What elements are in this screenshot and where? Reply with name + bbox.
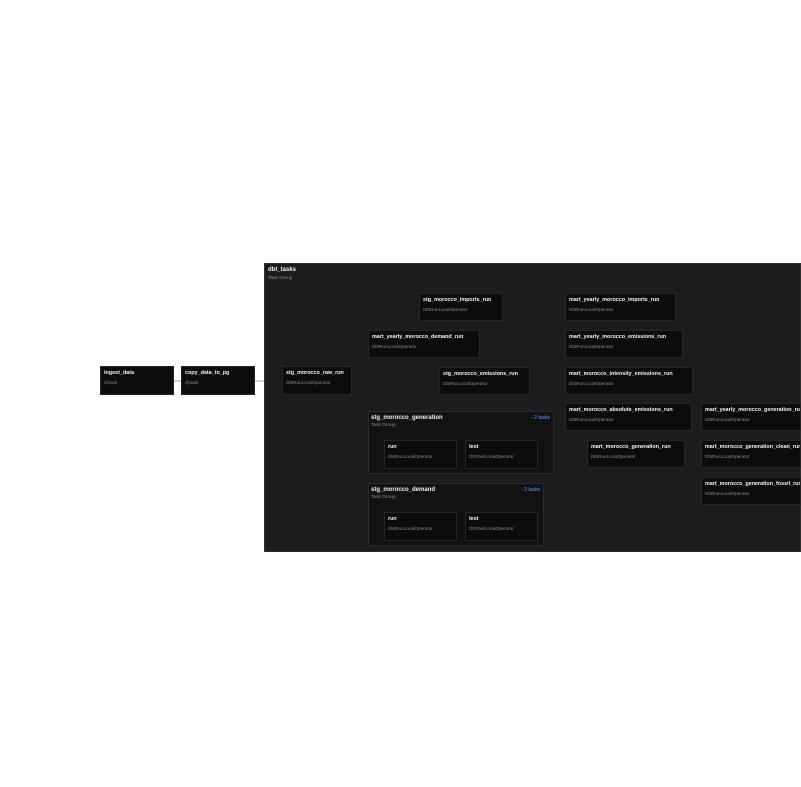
task-label: mart_morocco_intensity_emissions_run [569,371,673,377]
task-mart-yearly-morocco-generation-run[interactable]: mart_yearly_morocco_generation_run DbtRu… [701,403,801,431]
task-label: stg_morocco_imports_run [423,297,492,303]
task-generation-run[interactable]: run DbtRunLocalOperator [384,440,457,469]
group-subtitle: Task Group [268,276,293,281]
group-title: dbt_tasks [268,267,297,273]
task-type: DbtRunLocalOperator [591,454,636,459]
task-generation-test[interactable]: test DbtTestLocalOperator [465,440,538,469]
task-count-badge[interactable]: - 2 tasks [531,415,550,421]
task-type: DbtRunLocalOperator [388,454,433,459]
task-type: DbtTestLocalOperator [469,526,514,531]
task-type: DbtRunLocalOperator [388,526,433,531]
task-mart-morocco-generation-clean-run[interactable]: mart_morocco_generation_clean_run DbtRun… [701,440,801,468]
task-mart-yearly-morocco-demand-run[interactable]: mart_yearly_morocco_demand_run DbtRunLoc… [368,330,480,358]
task-type: DbtRunLocalOperator [569,381,614,386]
task-type: DbtRunLocalOperator [372,344,417,349]
task-type: DbtRunLocalOperator [286,380,331,385]
task-type: DbtRunLocalOperator [569,307,614,312]
subgroup-subtitle: Task Group [371,495,396,500]
task-mart-morocco-generation-fossil-run[interactable]: mart_morocco_generation_fossil_run DbtRu… [701,477,801,505]
task-type: DbtTestLocalOperator [469,454,514,459]
task-label: mart_yearly_morocco_imports_run [569,297,660,303]
task-type: DbtRunLocalOperator [705,454,750,459]
task-stg-morocco-emissions-run[interactable]: stg_morocco_emissions_run DbtRunLocalOpe… [439,367,530,395]
task-mart-yearly-morocco-emissions-run[interactable]: mart_yearly_morocco_emissions_run DbtRun… [565,330,683,358]
task-type: DbtRunLocalOperator [443,381,488,386]
task-label: mart_yearly_morocco_emissions_run [569,334,667,340]
task-count-badge[interactable]: - 2 tasks [521,487,540,493]
task-type: @task [104,380,118,385]
task-label: run [388,444,397,450]
task-ingest-data[interactable]: ingest_data @task [100,366,174,395]
task-label: mart_morocco_generation_clean_run [705,444,801,450]
subgroup-title: stg_morocco_generation [371,415,443,421]
task-mart-morocco-intensity-emissions-run[interactable]: mart_morocco_intensity_emissions_run Dbt… [565,367,693,395]
task-type: DbtRunLocalOperator [569,344,614,349]
task-label: mart_morocco_generation_fossil_run [705,481,801,487]
task-mart-yearly-morocco-imports-run[interactable]: mart_yearly_morocco_imports_run DbtRunLo… [565,293,676,321]
task-label: run [388,516,397,522]
task-demand-run[interactable]: run DbtRunLocalOperator [384,512,457,541]
task-type: DbtRunLocalOperator [705,491,750,496]
task-stg-morocco-raw-run[interactable]: stg_morocco_raw_run DbtRunLocalOperator [282,366,352,395]
task-stg-morocco-imports-run[interactable]: stg_morocco_imports_run DbtRunLocalOpera… [419,293,503,321]
task-label: test [469,444,479,450]
subgroup-title: stg_morocco_demand [371,487,436,493]
task-demand-test[interactable]: test DbtTestLocalOperator [465,512,538,541]
task-mart-morocco-generation-run[interactable]: mart_morocco_generation_run DbtRunLocalO… [587,440,685,468]
task-label: mart_morocco_absolute_emissions_run [569,407,673,413]
task-mart-morocco-absolute-emissions-run[interactable]: mart_morocco_absolute_emissions_run DbtR… [565,403,692,431]
task-label: stg_morocco_emissions_run [443,371,518,377]
task-copy-data-to-pg[interactable]: copy_data_to_pg @task [181,366,255,395]
task-label: stg_morocco_raw_run [286,370,344,376]
task-label: mart_morocco_generation_run [591,444,671,450]
task-label: mart_yearly_morocco_demand_run [372,334,464,340]
task-label: ingest_data [104,370,134,376]
task-label: mart_yearly_morocco_generation_run [705,407,801,413]
task-type: DbtRunLocalOperator [705,417,750,422]
task-type: DbtRunLocalOperator [569,417,614,422]
task-label: test [469,516,479,522]
task-type: DbtRunLocalOperator [423,307,468,312]
task-label: copy_data_to_pg [185,370,230,376]
task-type: @task [185,380,199,385]
subgroup-subtitle: Task Group [371,423,396,428]
